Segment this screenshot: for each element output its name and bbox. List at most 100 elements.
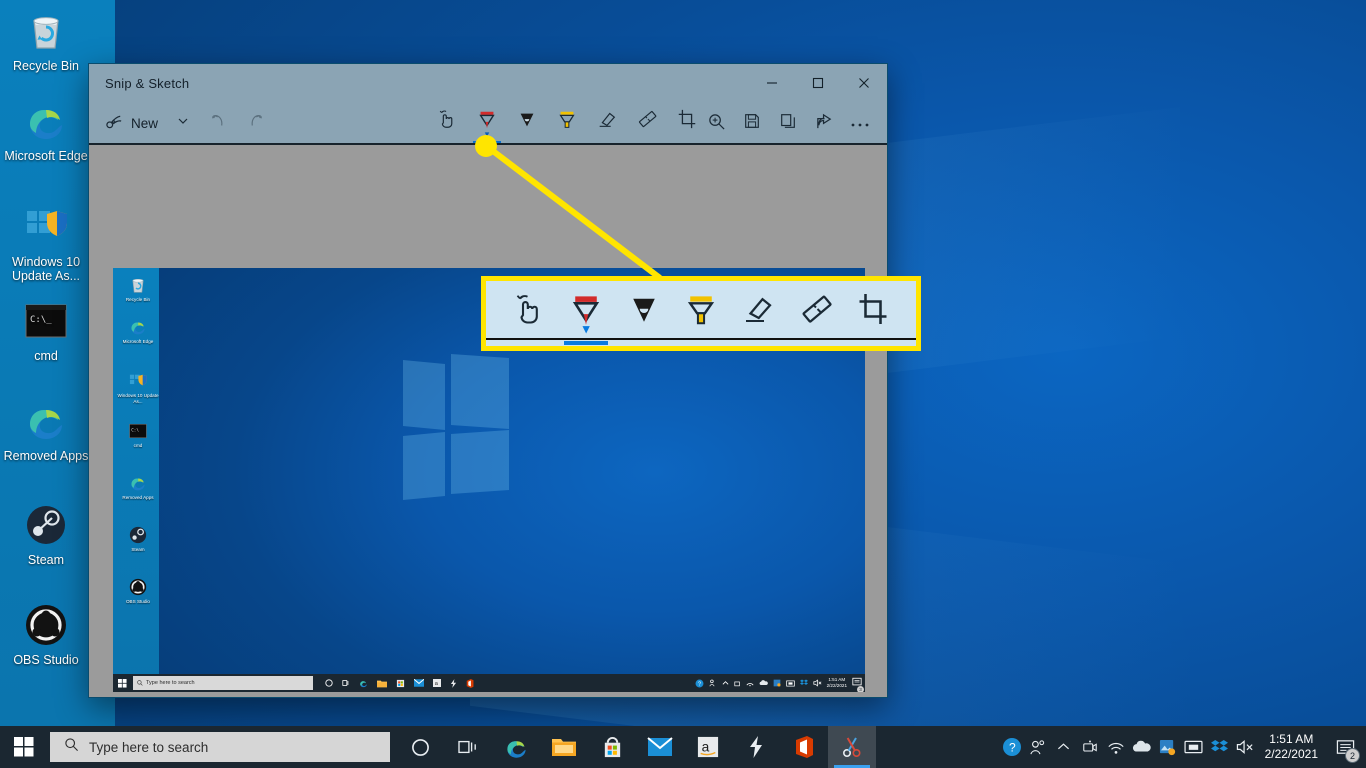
share-icon — [815, 112, 834, 136]
desktop-icon-label: Steam — [0, 553, 92, 567]
desktop-icon-label: Windows 10 Update As... — [0, 255, 92, 283]
callout-eraser-tool[interactable] — [736, 291, 780, 343]
new-snip-label: New — [131, 116, 158, 131]
svg-text:?: ? — [1009, 741, 1016, 755]
captured-icon-label: cmd — [134, 443, 143, 448]
taskbar-task-view-button[interactable] — [444, 726, 492, 768]
new-snip-dropdown-button[interactable] — [166, 107, 200, 141]
eraser-tool[interactable] — [589, 104, 625, 144]
taskbar: Type here to search — [0, 726, 1366, 768]
command-prompt-icon: C:\_ — [0, 296, 92, 346]
camera-icon — [734, 680, 741, 687]
taskbar-snip-and-sketch-button[interactable] — [828, 726, 876, 768]
onedrive-icon — [759, 680, 768, 686]
photos-icon — [773, 679, 781, 687]
highlighter-tool[interactable] — [549, 104, 585, 144]
callout-baseline — [486, 338, 916, 340]
window-title-bar[interactable]: Snip & Sketch — [89, 64, 887, 102]
callout-ballpoint-pen-tool[interactable]: ▾ — [564, 291, 608, 343]
desktop-icon-steam[interactable]: Steam — [0, 500, 92, 567]
tray-photos-icon[interactable] — [1155, 726, 1181, 768]
notification-center-button[interactable]: 2 — [1328, 726, 1362, 768]
copy-icon — [779, 112, 797, 135]
taskbar-clock[interactable]: 1:51 AM 2/22/2021 — [1259, 732, 1328, 762]
callout-highlighter-tool[interactable] — [679, 291, 723, 343]
ruler-tool[interactable] — [629, 104, 665, 144]
tray-network-icon[interactable] — [1103, 726, 1129, 768]
taskbar-cortana-button[interactable] — [396, 726, 444, 768]
redo-button[interactable] — [238, 107, 272, 141]
desktop-icon-obs-studio[interactable]: OBS Studio — [0, 600, 92, 667]
callout-ruler-tool[interactable] — [794, 291, 838, 343]
callout-crop-tool[interactable] — [851, 291, 895, 343]
steam-icon — [0, 500, 92, 550]
desktop-icon-microsoft-edge[interactable]: Microsoft Edge — [0, 96, 92, 163]
ballpoint-pen-tool[interactable]: ▾ — [469, 104, 505, 144]
touch-writing-icon — [511, 291, 547, 332]
more-options-button[interactable] — [843, 107, 877, 141]
start-button[interactable] — [0, 726, 48, 768]
eraser-icon — [740, 291, 776, 332]
windows-update-assistant-icon — [0, 202, 92, 252]
clock-time: 1:51 AM — [1265, 732, 1318, 747]
captured-icon-label: OBS Studio — [126, 599, 150, 604]
callout-touch-writing-tool[interactable] — [507, 291, 551, 343]
callout-pen-options-chevron-icon[interactable]: ▾ — [564, 322, 608, 335]
copy-button[interactable] — [771, 107, 805, 141]
window-controls — [749, 64, 887, 102]
touch-writing-tool[interactable] — [429, 104, 465, 144]
desktop-icon-windows-update-assistant[interactable]: Windows 10 Update As... — [0, 202, 92, 283]
taskbar-steam-button[interactable] — [732, 726, 780, 768]
snip-canvas[interactable]: Recycle Bin Microsoft Edge — [89, 145, 887, 697]
show-hidden-icons-chevron — [722, 680, 729, 686]
pencil-tool[interactable] — [509, 104, 545, 144]
taskbar-edge-button[interactable] — [492, 726, 540, 768]
tray-display-icon[interactable] — [1181, 726, 1207, 768]
volume-muted-icon — [813, 679, 822, 687]
display-icon — [786, 680, 795, 687]
new-snip-button[interactable]: New — [99, 107, 164, 141]
steam-label-icon — [450, 679, 457, 688]
show-hidden-icons-chevron[interactable] — [1051, 726, 1077, 768]
tray-help-icon[interactable]: ? — [999, 726, 1025, 768]
taskbar-microsoft-store-button[interactable] — [588, 726, 636, 768]
zoom-button[interactable] — [699, 107, 733, 141]
taskbar-amazon-button[interactable]: a — [684, 726, 732, 768]
undo-button[interactable] — [202, 107, 236, 141]
recycle-bin-icon — [0, 6, 92, 56]
tray-onedrive-icon[interactable] — [1129, 726, 1155, 768]
close-button[interactable] — [841, 64, 887, 102]
tray-dropbox-icon[interactable] — [1207, 726, 1233, 768]
search-input[interactable]: Type here to search — [50, 732, 390, 762]
taskbar-file-explorer-button[interactable] — [540, 726, 588, 768]
captured-system-tray: ? 1:51 AM 2/22/2021 — [695, 674, 865, 692]
taskbar-office-button[interactable] — [780, 726, 828, 768]
desktop-icon-removed-apps[interactable]: Removed Apps — [0, 396, 92, 463]
pen-options-chevron-icon[interactable]: ▾ — [469, 130, 505, 139]
window-title: Snip & Sketch — [89, 76, 189, 91]
tray-camera-icon[interactable] — [1077, 726, 1103, 768]
captured-desktop-icon: OBS Studio — [115, 576, 161, 605]
captured-icon-label: Steam — [131, 547, 144, 552]
save-icon — [743, 112, 761, 135]
captured-clock: 1:51 AM 2/22/2021 — [827, 677, 847, 689]
zoomed-toolbar-callout: ▾ — [481, 276, 921, 351]
annotation-tools-group: ▾ — [429, 102, 705, 145]
tray-volume-muted-icon[interactable] — [1233, 726, 1259, 768]
people-icon — [709, 679, 717, 687]
search-icon — [64, 737, 79, 757]
taskbar-mail-button[interactable] — [636, 726, 684, 768]
share-button[interactable] — [807, 107, 841, 141]
eraser-icon — [596, 108, 618, 135]
scissors-icon — [840, 735, 864, 759]
minimize-button[interactable] — [749, 64, 795, 102]
callout-pencil-tool[interactable] — [622, 291, 666, 343]
save-button[interactable] — [735, 107, 769, 141]
highlighter-icon — [556, 108, 578, 137]
ruler-icon — [636, 108, 658, 135]
tray-people-icon[interactable] — [1025, 726, 1051, 768]
desktop-icon-recycle-bin[interactable]: Recycle Bin — [0, 6, 92, 73]
maximize-button[interactable] — [795, 64, 841, 102]
desktop-icon-cmd[interactable]: C:\_ cmd — [0, 296, 92, 363]
captured-desktop-icon: Microsoft Edge — [115, 316, 161, 345]
